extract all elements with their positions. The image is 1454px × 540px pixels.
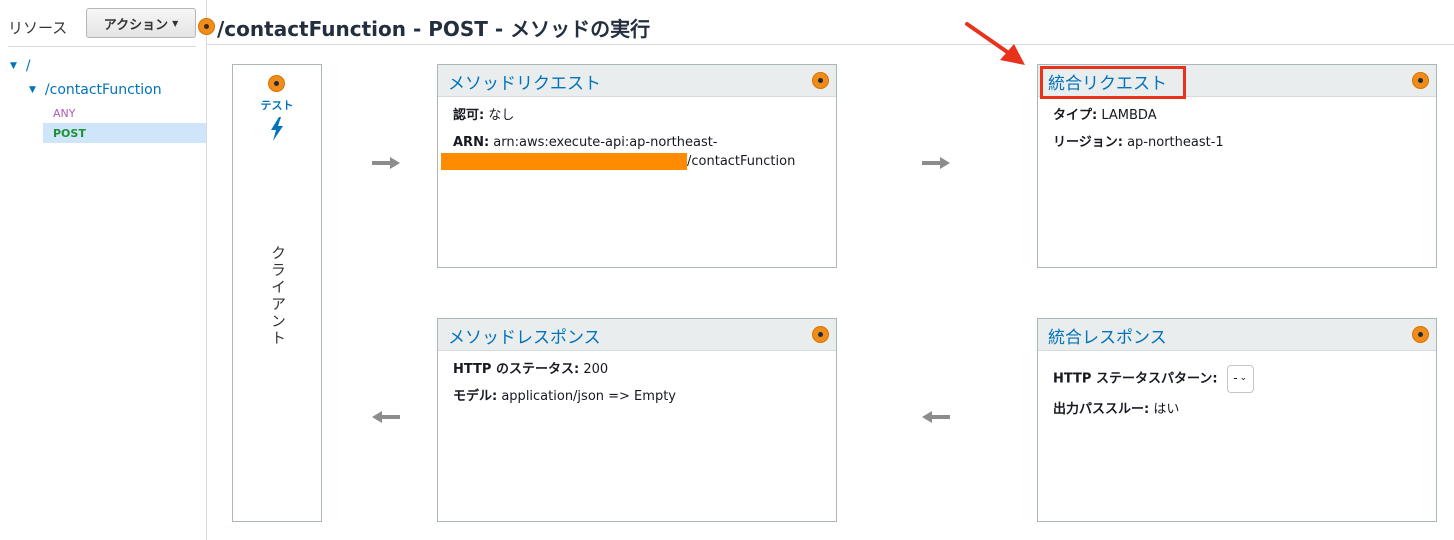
model-value: application/json => Empty	[501, 388, 676, 404]
integration-response-title-link[interactable]: 統合レスポンス	[1048, 323, 1167, 348]
page-title: /contactFunction - POST - メソッドの実行	[217, 17, 651, 41]
caret-down-icon[interactable]: ▼	[29, 85, 36, 95]
arrow-right-icon	[922, 157, 950, 169]
client-status-dot-icon	[268, 75, 285, 92]
caret-down-icon[interactable]: ▼	[10, 61, 17, 71]
passthrough-row: 出力パススルー: はい	[1053, 401, 1421, 420]
region-value: ap-northeast-1	[1127, 134, 1224, 150]
type-value: LAMBDA	[1101, 108, 1157, 123]
integration-request-status-dot-icon[interactable]	[1412, 72, 1429, 89]
auth-key: 認可:	[453, 108, 485, 123]
http-status-value: 200	[583, 362, 609, 377]
title-status-dot-icon	[198, 18, 215, 35]
arn-key: ARN:	[453, 134, 490, 150]
http-status-row: HTTP のステータス: 200	[453, 361, 821, 380]
status-pattern-row: HTTP ステータスパターン: - ⌄	[1053, 365, 1421, 393]
resources-label: リソース	[8, 19, 68, 37]
integration-response-status-dot-icon[interactable]	[1412, 326, 1429, 343]
status-pattern-key: HTTP ステータスパターン:	[1053, 371, 1218, 387]
actions-button[interactable]: アクション ▼	[86, 8, 196, 38]
arn-tail: /contactFunction	[687, 153, 796, 169]
arn-row: ARN: arn:aws:execute-api:ap-northeast- /…	[441, 134, 821, 172]
method-response-status-dot-icon[interactable]	[812, 326, 829, 343]
test-link[interactable]: テスト	[233, 97, 321, 113]
method-request-body: 認可: なし ARN: arn:aws:execute-api:ap-north…	[438, 97, 836, 190]
chevron-down-icon: ⌄	[1239, 373, 1248, 384]
region-row: リージョン: ap-northeast-1	[1053, 134, 1421, 153]
arrow-left-icon	[372, 411, 400, 423]
integration-response-body: HTTP ステータスパターン: - ⌄ 出力パススルー: はい	[1038, 351, 1436, 438]
method-label[interactable]: POST	[53, 127, 86, 140]
method-response-card: メソッドレスポンス HTTP のステータス: 200 モデル: applicat…	[437, 318, 837, 522]
auth-row: 認可: なし	[453, 107, 821, 126]
sidebar-divider	[8, 46, 196, 47]
method-item-post-selected[interactable]: POST	[43, 123, 206, 143]
header-divider	[207, 44, 1454, 45]
integration-request-body: タイプ: LAMBDA リージョン: ap-northeast-1	[1038, 97, 1436, 171]
resources-panel: リソース アクション ▼ ▼ / ▼ /contactFunction ANY …	[0, 0, 207, 540]
tree-item-root[interactable]: ▼ /	[10, 58, 31, 74]
status-pattern-select[interactable]: - ⌄	[1226, 365, 1254, 393]
red-annotation-arrow-icon	[965, 22, 1025, 65]
arrow-right-icon	[372, 157, 400, 169]
tree-item-contactfunction[interactable]: ▼ /contactFunction	[29, 82, 162, 98]
actions-button-label: アクション	[103, 17, 169, 33]
redaction-block	[441, 152, 687, 170]
method-response-body: HTTP のステータス: 200 モデル: application/json =…	[438, 351, 836, 425]
method-request-card: メソッドリクエスト 認可: なし ARN: arn:aws:execute-ap…	[437, 64, 837, 268]
http-status-key: HTTP のステータス:	[453, 362, 580, 377]
method-request-status-dot-icon[interactable]	[812, 72, 829, 89]
integration-response-header: 統合レスポンス	[1038, 319, 1436, 351]
model-key: モデル:	[453, 388, 498, 404]
status-pattern-value: -	[1233, 371, 1238, 386]
integration-response-card: 統合レスポンス HTTP ステータスパターン: - ⌄ 出力パススルー: はい	[1037, 318, 1437, 522]
passthrough-value: はい	[1153, 402, 1180, 417]
arrow-left-icon	[922, 411, 950, 423]
method-response-title-link[interactable]: メソッドレスポンス	[448, 323, 601, 348]
client-column: テスト クライアント	[232, 64, 322, 522]
client-label: クライアント	[269, 245, 287, 347]
passthrough-key: 出力パススルー:	[1053, 402, 1150, 417]
lightning-bolt-icon[interactable]	[269, 117, 285, 141]
model-row: モデル: application/json => Empty	[453, 388, 821, 407]
region-key: リージョン:	[1053, 134, 1123, 150]
integration-request-title-link[interactable]: 統合リクエスト	[1048, 69, 1167, 94]
tree-item-label[interactable]: /	[26, 58, 31, 74]
method-request-title-link[interactable]: メソッドリクエスト	[448, 69, 601, 94]
integration-request-card: 統合リクエスト タイプ: LAMBDA リージョン: ap-northeast-…	[1037, 64, 1437, 268]
method-request-header: メソッドリクエスト	[438, 65, 836, 97]
type-key: タイプ:	[1053, 108, 1098, 123]
method-item-any[interactable]: ANY	[43, 103, 206, 123]
caret-down-icon: ▼	[172, 18, 179, 28]
arn-value: arn:aws:execute-api:ap-northeast-	[493, 134, 718, 150]
auth-value: なし	[488, 108, 515, 123]
tree-item-label[interactable]: /contactFunction	[45, 82, 162, 98]
method-response-header: メソッドレスポンス	[438, 319, 836, 351]
method-label[interactable]: ANY	[53, 107, 75, 120]
integration-request-header: 統合リクエスト	[1038, 65, 1436, 99]
type-row: タイプ: LAMBDA	[1053, 107, 1421, 126]
